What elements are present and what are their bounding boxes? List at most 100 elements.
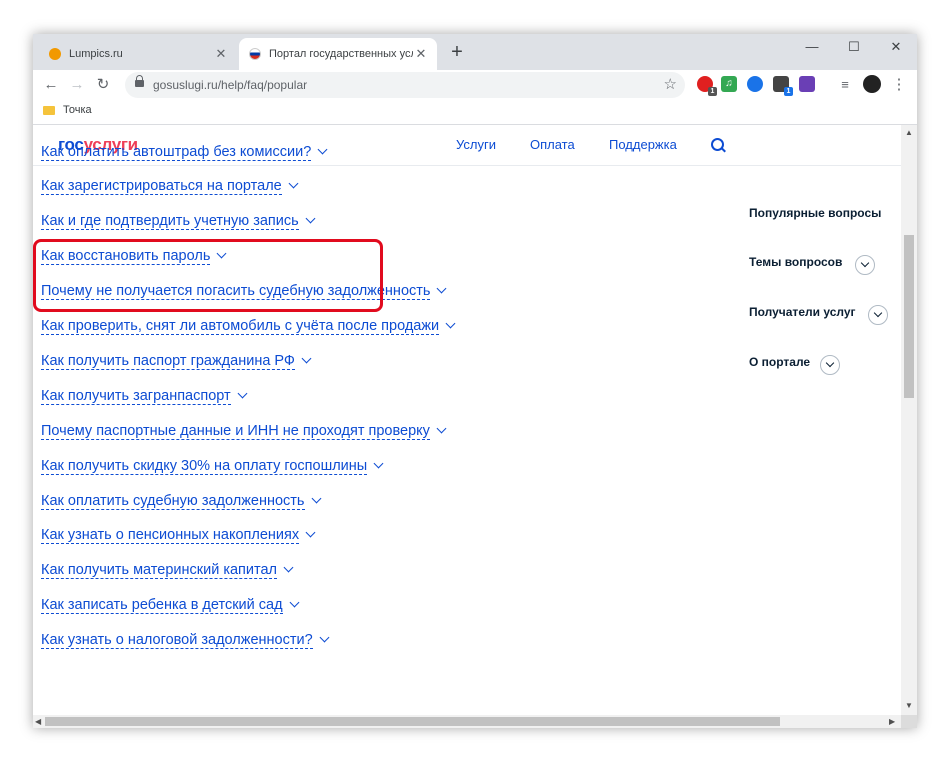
chevron-down-icon[interactable] [436,423,447,434]
close-window-button[interactable]: ✕ [875,34,917,62]
chevron-down-icon[interactable] [319,632,330,643]
chevron-down-icon[interactable] [373,458,384,469]
scroll-right-icon[interactable]: ▶ [889,717,895,726]
bookmark-label: Точка [63,104,92,116]
russia-flag-favicon-icon [249,48,261,60]
lumpics-favicon-icon [49,48,61,60]
faq-item[interactable]: Как получить материнский капитал [41,561,294,581]
faq-question[interactable]: Почему паспортные данные и ИНН не проход… [41,423,430,440]
chevron-down-icon[interactable] [437,283,447,294]
bookmark-tochka[interactable]: Точка [43,104,92,116]
faq-item[interactable]: Как записать ребенка в детский сад [41,596,300,616]
chevron-down-icon[interactable] [237,388,248,399]
faq-question[interactable]: Как проверить, снят ли автомобиль с учёт… [41,318,440,335]
sidebar-question-topics[interactable]: Темы вопросов [749,255,842,269]
maximize-button[interactable]: ☐ [833,34,875,62]
faq-item[interactable]: Как зарегистрироваться на портале [41,177,299,197]
faq-item[interactable]: Как получить скидку 30% на оплату госпош… [41,456,384,476]
sidebar-service-recipients[interactable]: Получатели услуг [749,305,856,319]
faq-item[interactable]: Как оплатить автоштраф без комиссии? [41,142,328,162]
chevron-down-icon[interactable] [288,178,299,189]
faq-item[interactable]: Как оплатить судебную задолженность [41,491,321,511]
folder-icon [43,105,55,115]
ext-globe-icon[interactable] [747,76,763,92]
media-queue-icon[interactable]: ≡ [835,75,855,95]
horizontal-scroll-thumb[interactable] [45,717,780,726]
bookmark-star-icon[interactable]: ☆ [664,75,677,93]
chevron-down-icon[interactable] [289,597,300,608]
tab-lumpics[interactable]: Lumpics.ru ✕ [39,38,237,70]
sidebar-about-portal[interactable]: О портале [749,355,810,369]
tab-title: Портал государственных услуг Р [269,48,413,60]
chevron-down-icon[interactable] [317,144,328,154]
address-bar[interactable]: gosuslugi.ru/help/faq/popular ☆ [125,72,685,98]
scroll-down-icon[interactable]: ▼ [905,701,913,710]
ext-box-icon[interactable]: 1 [773,76,793,96]
scroll-corner [901,715,917,728]
faq-question[interactable]: Как оплатить автоштраф без комиссии? [41,144,312,161]
faq-item[interactable]: Как проверить, снят ли автомобиль с учёт… [41,317,456,337]
scroll-left-icon[interactable]: ◀ [35,717,41,726]
chevron-down-icon[interactable] [283,562,294,573]
profile-avatar[interactable] [863,75,881,93]
vertical-scroll-thumb[interactable] [904,235,914,398]
sidebar-popular-questions[interactable]: Популярные вопросы [749,206,881,220]
faq-item[interactable]: Как восстановить пароль [41,247,227,267]
vertical-scrollbar[interactable]: ▲ ▼ [901,125,917,715]
minimize-button[interactable]: — [791,34,833,62]
chevron-down-icon[interactable] [445,318,456,329]
chevron-down-icon[interactable] [855,255,875,275]
faq-question[interactable]: Почему не получается погасить судебную з… [41,283,431,301]
browser-toolbar: ← → ↻ gosuslugi.ru/help/faq/popular ☆ 1 … [33,70,917,100]
faq-question[interactable]: Как оплатить судебную задолженность [41,493,305,510]
faq-question[interactable]: Как узнать о налоговой задолженности? [41,632,313,650]
nav-support[interactable]: Поддержка [609,137,677,152]
faq-item[interactable]: Как узнать о пенсионных накоплениях [41,526,316,546]
reload-icon[interactable]: ↻ [93,75,113,95]
page-content: госуслуги Услуги Оплата Поддержка Как оп… [33,125,901,715]
scroll-up-icon[interactable]: ▲ [905,128,913,137]
bookmarks-bar: Точка [33,100,917,125]
faq-item[interactable]: Почему паспортные данные и ИНН не проход… [41,421,447,441]
horizontal-scrollbar[interactable]: ◀ ▶ [33,715,901,728]
forward-arrow-icon[interactable]: → [67,75,87,95]
ext-green-icon[interactable]: ♫ [721,76,737,92]
faq-item[interactable]: Как получить загранпаспорт [41,386,248,406]
faq-question[interactable]: Как узнать о пенсионных накоплениях [41,527,300,545]
chevron-down-icon[interactable] [301,353,312,364]
tab-title: Lumpics.ru [69,48,123,60]
faq-question[interactable]: Как и где подтвердить учетную запись [41,213,299,231]
ext-red-icon[interactable]: 1 [697,76,717,96]
nav-services[interactable]: Услуги [456,137,496,152]
browser-window: Lumpics.ru ✕ Портал государственных услу… [33,34,917,728]
faq-question[interactable]: Как восстановить пароль [41,248,211,266]
faq-question[interactable]: Как зарегистрироваться на портале [41,178,282,196]
ext-purple-icon[interactable] [799,76,815,92]
chevron-down-icon[interactable] [311,493,321,503]
faq-question[interactable]: Как получить материнский капитал [41,562,278,580]
tab-strip: Lumpics.ru ✕ Портал государственных услу… [33,34,917,70]
menu-kebab-icon[interactable]: ⋮ [889,75,909,95]
chevron-down-icon[interactable] [820,355,840,375]
faq-item[interactable]: Как и где подтвердить учетную запись [41,212,316,232]
close-tab-icon[interactable]: ✕ [413,46,429,62]
faq-question[interactable]: Как получить паспорт гражданина РФ [41,353,295,370]
faq-item[interactable]: Как узнать о налоговой задолженности? [41,631,330,651]
chevron-down-icon[interactable] [305,213,316,224]
url-text[interactable]: gosuslugi.ru/help/faq/popular [153,78,307,92]
chevron-down-icon[interactable] [305,527,316,538]
faq-question[interactable]: Как получить скидку 30% на оплату госпош… [41,458,368,475]
chevron-down-icon[interactable] [868,305,888,325]
chevron-down-icon[interactable] [216,248,227,259]
faq-question[interactable]: Как записать ребенка в детский сад [41,597,283,615]
nav-payment[interactable]: Оплата [530,137,575,152]
back-arrow-icon[interactable]: ← [41,75,61,95]
close-tab-icon[interactable]: ✕ [213,46,229,62]
new-tab-button[interactable]: + [447,42,467,62]
faq-question[interactable]: Как получить загранпаспорт [41,388,231,405]
faq-item[interactable]: Как получить паспорт гражданина РФ [41,351,312,371]
tab-gosuslugi[interactable]: Портал государственных услуг Р ✕ [239,38,437,70]
faq-item[interactable]: Почему не получается погасить судебную з… [41,282,447,302]
search-icon[interactable] [711,138,724,151]
lock-icon [135,75,144,87]
